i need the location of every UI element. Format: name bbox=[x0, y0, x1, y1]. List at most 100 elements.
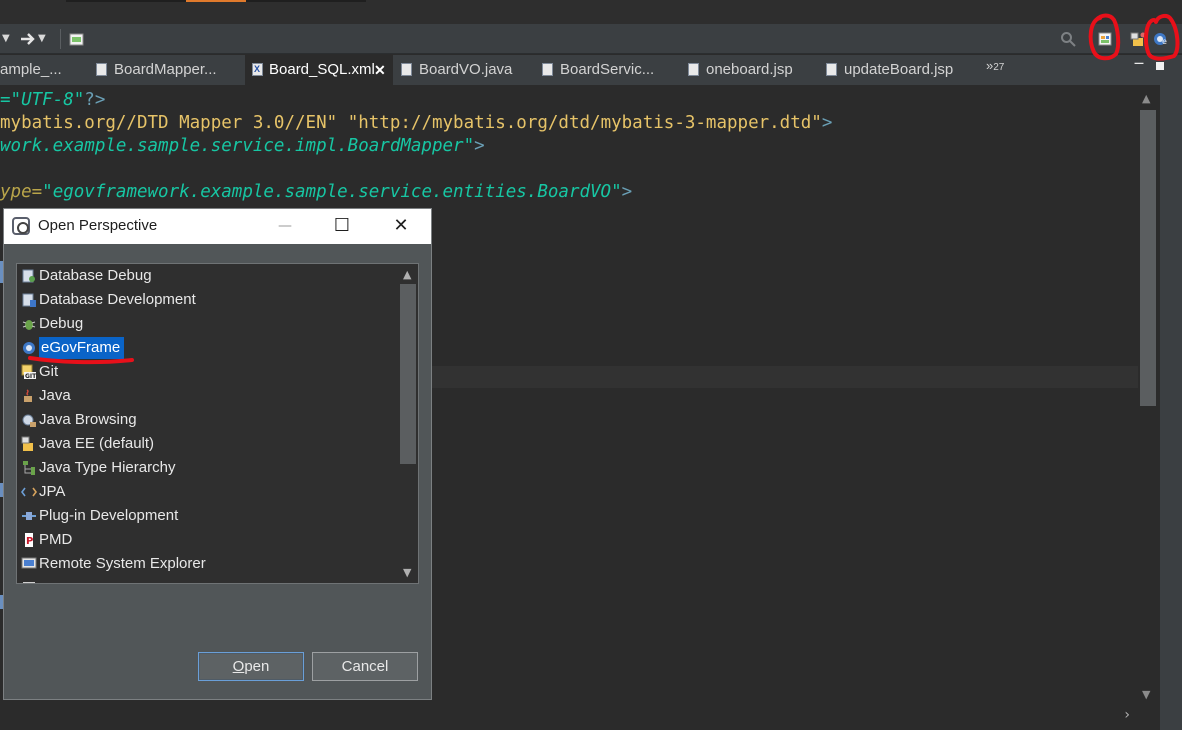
java-file-icon bbox=[542, 63, 553, 76]
close-tab-icon[interactable]: ✕ bbox=[374, 55, 386, 85]
minimize-icon[interactable]: — bbox=[274, 215, 296, 237]
jsp-file-icon bbox=[826, 63, 837, 76]
maximize-icon[interactable]: ☐ bbox=[331, 215, 353, 237]
open-button[interactable]: Open bbox=[198, 652, 304, 681]
dialog-title: Open Perspective bbox=[38, 217, 158, 234]
git-icon: GIT bbox=[21, 364, 37, 380]
scroll-down-icon[interactable]: ▼ bbox=[403, 566, 411, 579]
tab-boardservice[interactable]: BoardServic... bbox=[542, 55, 672, 85]
perspective-list[interactable]: Database Debug Database Development Debu… bbox=[16, 263, 419, 584]
list-item-label: Java Type Hierarchy bbox=[39, 459, 176, 476]
open-perspective-icon[interactable] bbox=[1098, 31, 1114, 47]
database-development-icon bbox=[22, 293, 36, 307]
pmd-icon: P bbox=[25, 533, 33, 547]
list-item-label: Plug-in Development bbox=[39, 507, 179, 524]
egovframe-icon bbox=[23, 342, 35, 354]
new-file-icon[interactable] bbox=[69, 31, 85, 47]
list-item-git[interactable]: GIT Git bbox=[21, 360, 401, 384]
tab-label: updateBoard.jsp bbox=[844, 61, 954, 78]
list-item-partial bbox=[21, 576, 401, 583]
tab-oneboard-jsp[interactable]: oneboard.jsp bbox=[688, 55, 808, 85]
toolbar-separator bbox=[60, 29, 61, 49]
editor-tab-bar: ample_... BoardMapper... Board_SQL.xml ✕… bbox=[0, 55, 1182, 85]
top-strip-accent bbox=[186, 0, 246, 2]
top-strip-segment bbox=[66, 0, 186, 2]
list-item-egovframe[interactable]: eGovFrame bbox=[21, 336, 401, 360]
list-item-debug[interactable]: Debug bbox=[21, 312, 401, 336]
tab-label: BoardVO.java bbox=[419, 61, 513, 78]
java-icon bbox=[24, 389, 32, 402]
tab-overflow-button[interactable]: »27 bbox=[986, 55, 1016, 85]
tab-label: BoardMapper... bbox=[114, 61, 217, 78]
overflow-count: 27 bbox=[993, 62, 1005, 73]
java-file-icon bbox=[96, 63, 107, 76]
tab-boardmapper[interactable]: BoardMapper... bbox=[96, 55, 244, 85]
list-item-database-development[interactable]: Database Development bbox=[21, 288, 401, 312]
back-dropdown-icon[interactable]: ▼ bbox=[2, 31, 10, 47]
code-line: work.example.sample.service.impl.BoardMa… bbox=[0, 136, 485, 156]
scroll-thumb[interactable] bbox=[400, 284, 416, 464]
list-item-java-browsing[interactable]: Java Browsing bbox=[21, 408, 401, 432]
forward-arrow-icon[interactable] bbox=[20, 31, 36, 47]
list-item-label: Remote System Explorer bbox=[39, 555, 206, 572]
list-item-jpa[interactable]: JPA bbox=[21, 480, 401, 504]
editor-horizontal-scrollbar[interactable]: › bbox=[0, 707, 1138, 727]
database-debug-icon bbox=[22, 269, 35, 283]
list-item-label: Java EE (default) bbox=[39, 435, 155, 452]
top-strip bbox=[0, 0, 1182, 24]
egovframe-perspective-icon[interactable]: e bbox=[1152, 31, 1170, 47]
remote-system-icon bbox=[21, 557, 37, 569]
list-item-label: PMD bbox=[39, 531, 73, 548]
list-item-label: Database Debug bbox=[39, 267, 152, 284]
list-item-java-type-hierarchy[interactable]: Java Type Hierarchy bbox=[21, 456, 401, 480]
tab-updateboard-jsp[interactable]: updateBoard.jsp bbox=[826, 55, 966, 85]
code-line: ="UTF-8"?> bbox=[0, 90, 106, 110]
tab-label: Board_SQL.xml bbox=[269, 61, 375, 78]
top-strip-segment bbox=[246, 0, 366, 2]
xml-file-icon bbox=[252, 63, 263, 76]
java-browsing-icon bbox=[22, 414, 36, 427]
list-item-remote-system-explorer[interactable]: Remote System Explorer bbox=[21, 552, 401, 576]
type-hierarchy-icon bbox=[23, 461, 35, 475]
open-perspective-dialog: Open Perspective — ☐ ✕ Database Debug Da… bbox=[3, 208, 432, 700]
tab-ample[interactable]: ample_... bbox=[0, 55, 86, 85]
list-item-database-debug[interactable]: Database Debug bbox=[21, 264, 401, 288]
jsp-file-icon bbox=[688, 63, 699, 76]
tab-boardvo[interactable]: BoardVO.java bbox=[401, 55, 531, 85]
cancel-button[interactable]: Cancel bbox=[312, 652, 418, 681]
list-item-plugin-development[interactable]: Plug-in Development bbox=[21, 504, 401, 528]
minimize-view-icon[interactable]: — bbox=[1134, 58, 1144, 69]
code-line: mybatis.org//DTD Mapper 3.0//EN" "http:/… bbox=[0, 113, 833, 133]
java-file-icon bbox=[401, 63, 412, 76]
scroll-down-icon[interactable]: ▼ bbox=[1142, 688, 1150, 701]
editor-vertical-scrollbar[interactable]: ▲ ▼ bbox=[1138, 88, 1158, 706]
list-item-label: Database Development bbox=[39, 291, 196, 308]
scroll-up-icon[interactable]: ▲ bbox=[1142, 92, 1150, 105]
list-item-label: Git bbox=[39, 363, 59, 380]
list-scrollbar[interactable]: ▲ ▼ bbox=[398, 264, 418, 583]
close-icon[interactable]: ✕ bbox=[390, 215, 412, 237]
list-item-java[interactable]: Java bbox=[21, 384, 401, 408]
svg-text:GIT: GIT bbox=[25, 373, 37, 380]
list-item-label: eGovFrame bbox=[39, 337, 125, 359]
eclipse-app-icon bbox=[12, 217, 30, 235]
list-item-java-ee[interactable]: Java EE (default) bbox=[21, 432, 401, 456]
scroll-up-icon[interactable]: ▲ bbox=[403, 268, 411, 281]
debug-bug-icon bbox=[22, 320, 36, 330]
scroll-right-icon[interactable]: › bbox=[1124, 707, 1130, 723]
scroll-thumb[interactable] bbox=[1140, 110, 1156, 406]
tab-label: oneboard.jsp bbox=[706, 61, 793, 78]
javaee-perspective-icon[interactable] bbox=[1130, 31, 1148, 47]
dialog-title-bar[interactable]: Open Perspective — ☐ ✕ bbox=[4, 209, 431, 244]
jpa-icon bbox=[21, 487, 37, 497]
list-item-label: Debug bbox=[39, 315, 84, 332]
list-item-pmd[interactable]: P PMD bbox=[21, 528, 401, 552]
tab-board-sql-xml[interactable]: Board_SQL.xml ✕ bbox=[245, 55, 393, 85]
main-toolbar: ▼ ▼ e bbox=[0, 24, 1182, 54]
maximize-view-icon[interactable] bbox=[1156, 62, 1164, 70]
current-line-highlight bbox=[430, 366, 1138, 388]
plugin-icon bbox=[22, 512, 36, 520]
list-item-label: JPA bbox=[39, 483, 66, 500]
search-icon[interactable] bbox=[1060, 31, 1076, 47]
forward-dropdown-icon[interactable]: ▼ bbox=[38, 31, 46, 47]
